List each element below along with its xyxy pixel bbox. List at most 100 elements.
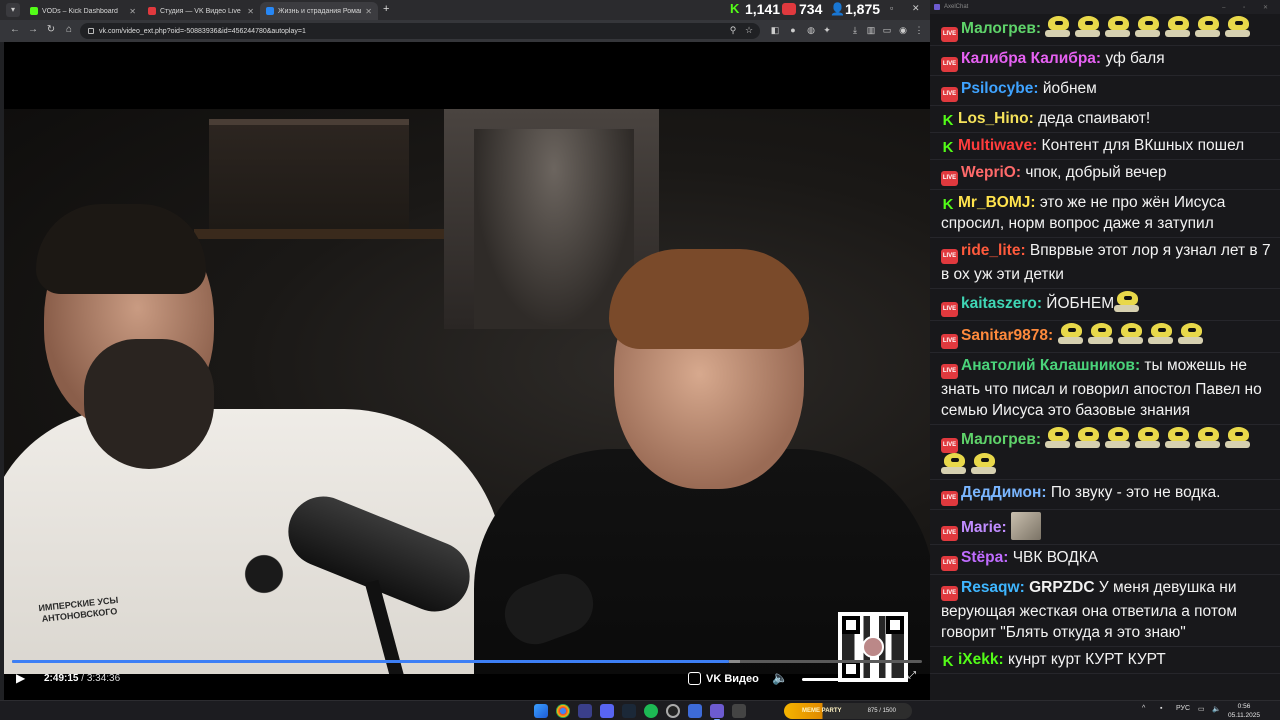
- kick-badge-icon: K: [942, 653, 954, 670]
- username-colon: :: [1134, 357, 1145, 374]
- chat-username[interactable]: Marie: [961, 519, 1002, 536]
- zoom-icon[interactable]: ⚲: [728, 25, 738, 35]
- close-window-icon[interactable]: ✕: [912, 3, 920, 14]
- forward-icon[interactable]: →: [26, 24, 40, 35]
- files-icon[interactable]: [578, 704, 592, 718]
- clock[interactable]: 0:56 05.11.2025: [1226, 702, 1262, 720]
- chat-username[interactable]: kaitaszero: [961, 295, 1037, 312]
- vk-live-badge-icon: LIVE: [941, 556, 958, 571]
- chrome-icon[interactable]: [556, 704, 570, 718]
- emote-icon: [1045, 16, 1072, 38]
- app-icon[interactable]: [732, 704, 746, 718]
- chat-username[interactable]: Анатолий Калашников: [961, 357, 1135, 374]
- emote-icon: [1225, 16, 1252, 38]
- app-icon[interactable]: [688, 704, 702, 718]
- media-icon[interactable]: ▭: [882, 25, 892, 35]
- tab-search-button[interactable]: ▾: [6, 3, 20, 17]
- extension-icon[interactable]: ●: [788, 25, 798, 35]
- vk-live-badge-icon: LIVE: [941, 334, 958, 349]
- tab-vk-studio[interactable]: Студия — VK Видео Live ✕: [142, 2, 260, 20]
- tab-bar: ▾ VODs – Kick Dashboard ✕ Студия — VK Ви…: [0, 0, 930, 20]
- chat-message: LIVE WepriO: чпок, добрый вечер: [930, 160, 1280, 190]
- language-indicator[interactable]: РУС: [1176, 705, 1190, 712]
- download-icon[interactable]: ⤓: [850, 25, 860, 35]
- chat-username[interactable]: Mr_BOMJ: [958, 194, 1030, 211]
- bookshelf-books: [209, 119, 409, 229]
- axelchat-taskbar-icon[interactable]: [710, 704, 724, 720]
- chat-username[interactable]: ДедДимон: [961, 484, 1041, 501]
- start-windows-icon[interactable]: [534, 704, 548, 718]
- url-input[interactable]: vk.com/video_ext.php?oid=-50883936&id=45…: [80, 23, 760, 39]
- emote-icon: [1075, 427, 1102, 449]
- tab-vk-video[interactable]: Жизнь и страдания Романа А ✕: [260, 2, 378, 20]
- chat-message-text: ЧВК ВОДКА: [1012, 549, 1099, 566]
- steam-icon[interactable]: [622, 704, 636, 718]
- vk-live-badge-icon: LIVE: [941, 302, 958, 317]
- chat-username[interactable]: Resaqw: [961, 579, 1020, 596]
- tray-icon[interactable]: ▪: [1160, 705, 1162, 712]
- play-icon[interactable]: ▶: [16, 671, 30, 685]
- time-separator: /: [81, 673, 85, 684]
- chat-message: LIVE Marie:: [930, 510, 1280, 545]
- eagle-emblem: [234, 539, 294, 609]
- close-tab-icon[interactable]: ✕: [365, 7, 372, 16]
- tray-chevron-icon[interactable]: ^: [1142, 705, 1145, 712]
- username-colon: :: [1001, 519, 1011, 536]
- chat-window: AxelChat – ▫ ✕ LIVE Малогрев: LIVE Калибра…: [930, 0, 1280, 700]
- chat-username[interactable]: Калибра Калибра: [961, 50, 1096, 67]
- meme-party-widget[interactable]: MEME PARTY 875 / 1500: [784, 703, 912, 719]
- close-tab-icon[interactable]: ✕: [129, 7, 136, 16]
- chat-message-text: йобнем: [1042, 80, 1097, 97]
- vk-video-logo[interactable]: VK Видео: [688, 672, 759, 685]
- chat-username[interactable]: Los_Hino: [958, 110, 1029, 127]
- volume-icon[interactable]: 🔈: [772, 670, 788, 686]
- new-tab-button[interactable]: +: [383, 3, 389, 15]
- chat-username[interactable]: Stёpa: [961, 549, 1003, 566]
- chat-username[interactable]: ride_lite: [961, 242, 1020, 259]
- axelchat-icon: [934, 4, 940, 10]
- suit-portrait: [474, 129, 634, 329]
- close-tab-icon[interactable]: ✕: [247, 7, 254, 16]
- minimize-icon[interactable]: ▫: [890, 3, 893, 13]
- chat-app-title: AxelChat: [944, 4, 969, 10]
- spotify-icon[interactable]: [644, 704, 658, 718]
- chat-username[interactable]: WepriO: [961, 164, 1016, 181]
- video-progress-bar[interactable]: [12, 660, 922, 663]
- vk-live-badge-icon: LIVE: [941, 171, 958, 186]
- chat-username[interactable]: Малогрев: [961, 431, 1036, 448]
- bookmark-star-icon[interactable]: ☆: [744, 25, 754, 35]
- chat-message: LIVE Калибра Калибра: уф баля: [930, 46, 1280, 76]
- extension-icon[interactable]: ◧: [770, 25, 780, 35]
- chat-message-list[interactable]: LIVE Малогрев: LIVE Калибра Калибра: уф ба…: [930, 14, 1280, 674]
- chat-username[interactable]: Psilocybe: [961, 80, 1033, 97]
- site-info-icon[interactable]: [88, 28, 94, 34]
- home-icon[interactable]: ⌂: [62, 24, 76, 35]
- vk-live-favicon-icon: [148, 7, 156, 15]
- browser-menu-icon[interactable]: ⋮: [914, 25, 924, 35]
- chat-username[interactable]: Multiwave: [958, 137, 1032, 154]
- extensions-puzzle-icon[interactable]: ✦: [822, 25, 832, 35]
- discord-icon[interactable]: [600, 704, 614, 718]
- network-icon[interactable]: ▭: [1198, 705, 1205, 713]
- profile-icon[interactable]: ◉: [898, 25, 908, 35]
- volume-tray-icon[interactable]: 🔈: [1212, 705, 1221, 713]
- window-controls[interactable]: – ▫ ✕: [1222, 4, 1276, 11]
- tab-kick-dashboard[interactable]: VODs – Kick Dashboard ✕: [24, 2, 142, 20]
- volume-slider[interactable]: [802, 678, 842, 681]
- emote-icon: [1105, 427, 1132, 449]
- extension-icon[interactable]: ◍: [806, 25, 816, 35]
- emote-icon: [1177, 323, 1205, 345]
- emote-icon: [1135, 16, 1162, 38]
- chat-username[interactable]: Малогрев: [961, 20, 1036, 37]
- sidebar-icon[interactable]: ▥: [866, 25, 876, 35]
- obs-icon[interactable]: [666, 704, 680, 718]
- chat-username[interactable]: iXekk: [958, 651, 999, 668]
- emote-icon: [1045, 427, 1072, 449]
- kick-viewers-stat: K 1,141: [730, 0, 780, 18]
- back-icon[interactable]: ←: [8, 24, 22, 35]
- fullscreen-icon[interactable]: ⤢: [908, 670, 916, 681]
- total-viewers-stat: 👤 1,875: [830, 0, 880, 18]
- reload-icon[interactable]: ↻: [44, 24, 58, 35]
- chat-username[interactable]: Sanitar9878: [961, 327, 1048, 344]
- video-player[interactable]: ИМПЕРСКИЕ УСЫ АНТОНОВСКОГО ▶ 2:49:15 / 3…: [4, 42, 930, 700]
